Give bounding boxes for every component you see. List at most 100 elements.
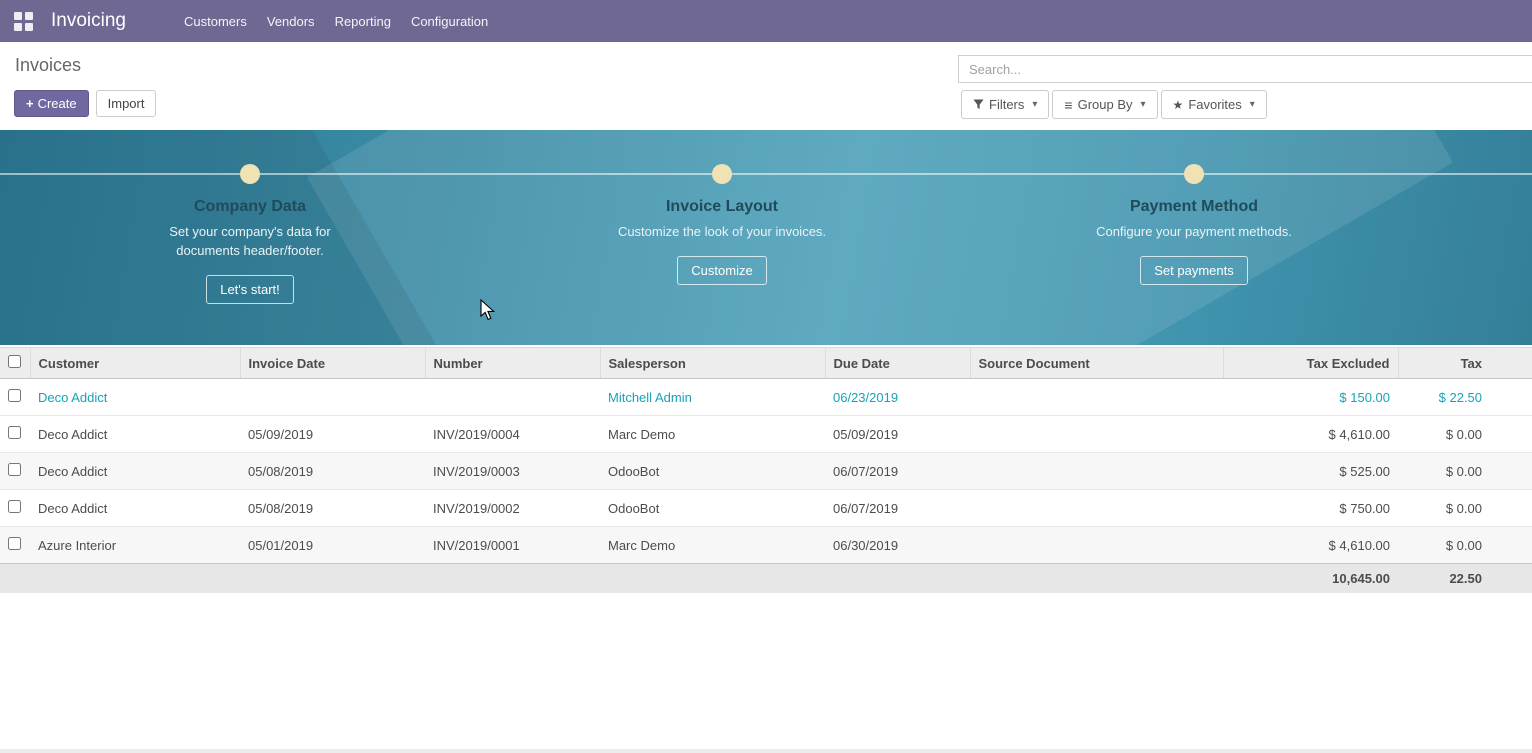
row-checkbox-cell <box>0 416 30 453</box>
step-description: Configure your payment methods. <box>1080 223 1308 242</box>
table-row[interactable]: Deco Addict 05/08/2019 INV/2019/0003 Odo… <box>0 453 1532 490</box>
step-description: Customize the look of your invoices. <box>608 223 836 242</box>
filters-dropdown[interactable]: Filters ▾ <box>961 90 1049 119</box>
cell-invoice-date: 05/08/2019 <box>240 490 425 527</box>
cell-source-document <box>970 416 1223 453</box>
cell-tax-excluded: $ 150.00 <box>1223 379 1398 416</box>
col-invoice-date[interactable]: Invoice Date <box>240 348 425 379</box>
nav-item-customers[interactable]: Customers <box>174 2 257 41</box>
row-checkbox[interactable] <box>8 389 21 402</box>
cell-salesperson: OdooBot <box>600 453 825 490</box>
cell-customer: Deco Addict <box>30 379 240 416</box>
cell-number <box>425 379 600 416</box>
nav-item-vendors[interactable]: Vendors <box>257 2 325 41</box>
create-button[interactable]: +Create <box>14 90 89 117</box>
search-filter-buttons: Filters ▾ ≡ Group By ▾ ★ Favorites ▾ <box>961 90 1267 119</box>
step-company-data: Company Data Set your company's data for… <box>14 130 486 304</box>
chevron-down-icon: ▾ <box>1032 99 1037 110</box>
nav-item-configuration[interactable]: Configuration <box>401 2 498 41</box>
table-row[interactable]: Azure Interior 05/01/2019 INV/2019/0001 … <box>0 527 1532 564</box>
step-invoice-layout: Invoice Layout Customize the look of you… <box>486 130 958 304</box>
cell-due-date: 06/07/2019 <box>825 453 970 490</box>
nav-item-reporting[interactable]: Reporting <box>325 2 401 41</box>
cell-number: INV/2019/0003 <box>425 453 600 490</box>
lets-start-button[interactable]: Let's start! <box>206 275 294 304</box>
cell-tax-excluded: $ 4,610.00 <box>1223 527 1398 564</box>
cell-tax: $ 0.00 <box>1398 416 1532 453</box>
totals-row: 10,645.00 22.50 <box>0 564 1532 594</box>
cell-tax: $ 22.50 <box>1398 379 1532 416</box>
top-navbar: Invoicing Customers Vendors Reporting Co… <box>0 0 1532 42</box>
step-title: Invoice Layout <box>486 198 958 216</box>
table-row[interactable]: Deco Addict 05/08/2019 INV/2019/0002 Odo… <box>0 490 1532 527</box>
control-panel: Invoices +Create Import Filters ▾ ≡ Grou… <box>0 42 1532 130</box>
cell-invoice-date: 05/01/2019 <box>240 527 425 564</box>
table-row[interactable]: Deco Addict Mitchell Admin 06/23/2019 $ … <box>0 379 1532 416</box>
cell-tax: $ 0.00 <box>1398 490 1532 527</box>
star-icon: ★ <box>1173 99 1184 111</box>
step-dot-icon <box>712 164 732 184</box>
col-number[interactable]: Number <box>425 348 600 379</box>
invoice-list: Customer Invoice Date Number Salesperson… <box>0 347 1532 593</box>
onboarding-banner: Company Data Set your company's data for… <box>0 130 1532 345</box>
group-by-dropdown[interactable]: ≡ Group By ▾ <box>1052 90 1157 119</box>
cell-customer: Azure Interior <box>30 527 240 564</box>
select-all-checkbox[interactable] <box>8 355 21 368</box>
col-due-date[interactable]: Due Date <box>825 348 970 379</box>
col-tax-excluded[interactable]: Tax Excluded <box>1223 348 1398 379</box>
cell-tax: $ 0.00 <box>1398 527 1532 564</box>
import-button[interactable]: Import <box>96 90 157 117</box>
set-payments-button[interactable]: Set payments <box>1140 256 1248 285</box>
cell-customer: Deco Addict <box>30 490 240 527</box>
row-checkbox[interactable] <box>8 500 21 513</box>
cell-salesperson: OdooBot <box>600 490 825 527</box>
row-checkbox[interactable] <box>8 426 21 439</box>
row-checkbox-cell <box>0 527 30 564</box>
table-row[interactable]: Deco Addict 05/09/2019 INV/2019/0004 Mar… <box>0 416 1532 453</box>
cell-invoice-date: 05/09/2019 <box>240 416 425 453</box>
row-checkbox-cell <box>0 490 30 527</box>
cell-number: INV/2019/0001 <box>425 527 600 564</box>
row-checkbox-cell <box>0 453 30 490</box>
apps-grid-icon <box>14 12 33 31</box>
cell-source-document <box>970 527 1223 564</box>
cell-tax-excluded: $ 750.00 <box>1223 490 1398 527</box>
cell-salesperson: Marc Demo <box>600 416 825 453</box>
action-buttons: +Create Import <box>14 90 156 117</box>
cell-salesperson: Mitchell Admin <box>600 379 825 416</box>
horizontal-scrollbar[interactable] <box>0 749 1532 753</box>
cell-number: INV/2019/0002 <box>425 490 600 527</box>
cell-due-date: 06/07/2019 <box>825 490 970 527</box>
col-tax[interactable]: Tax <box>1398 348 1532 379</box>
step-payment-method: Payment Method Configure your payment me… <box>958 130 1430 304</box>
cell-tax-excluded: $ 4,610.00 <box>1223 416 1398 453</box>
step-dot-icon <box>1184 164 1204 184</box>
cell-source-document <box>970 490 1223 527</box>
app-title: Invoicing <box>51 10 126 32</box>
row-checkbox-cell <box>0 379 30 416</box>
row-checkbox[interactable] <box>8 463 21 476</box>
search-input[interactable] <box>958 55 1532 83</box>
total-tax: 22.50 <box>1398 564 1532 594</box>
step-title: Company Data <box>14 198 486 216</box>
cell-tax: $ 0.00 <box>1398 453 1532 490</box>
invoice-table-body: Deco Addict Mitchell Admin 06/23/2019 $ … <box>0 379 1532 564</box>
cell-due-date: 06/23/2019 <box>825 379 970 416</box>
cell-invoice-date: 05/08/2019 <box>240 453 425 490</box>
page-title: Invoices <box>15 55 81 76</box>
col-source-document[interactable]: Source Document <box>970 348 1223 379</box>
onboarding-steps: Company Data Set your company's data for… <box>14 130 1430 304</box>
col-salesperson[interactable]: Salesperson <box>600 348 825 379</box>
chevron-down-icon: ▾ <box>1250 99 1255 110</box>
cell-customer: Deco Addict <box>30 416 240 453</box>
col-customer[interactable]: Customer <box>30 348 240 379</box>
apps-menu-button[interactable] <box>8 6 38 36</box>
row-checkbox[interactable] <box>8 537 21 550</box>
cell-source-document <box>970 379 1223 416</box>
customize-button[interactable]: Customize <box>677 256 766 285</box>
cell-number: INV/2019/0004 <box>425 416 600 453</box>
favorites-dropdown[interactable]: ★ Favorites ▾ <box>1161 90 1267 119</box>
cell-customer: Deco Addict <box>30 453 240 490</box>
total-tax-excluded: 10,645.00 <box>1223 564 1398 594</box>
cell-due-date: 05/09/2019 <box>825 416 970 453</box>
